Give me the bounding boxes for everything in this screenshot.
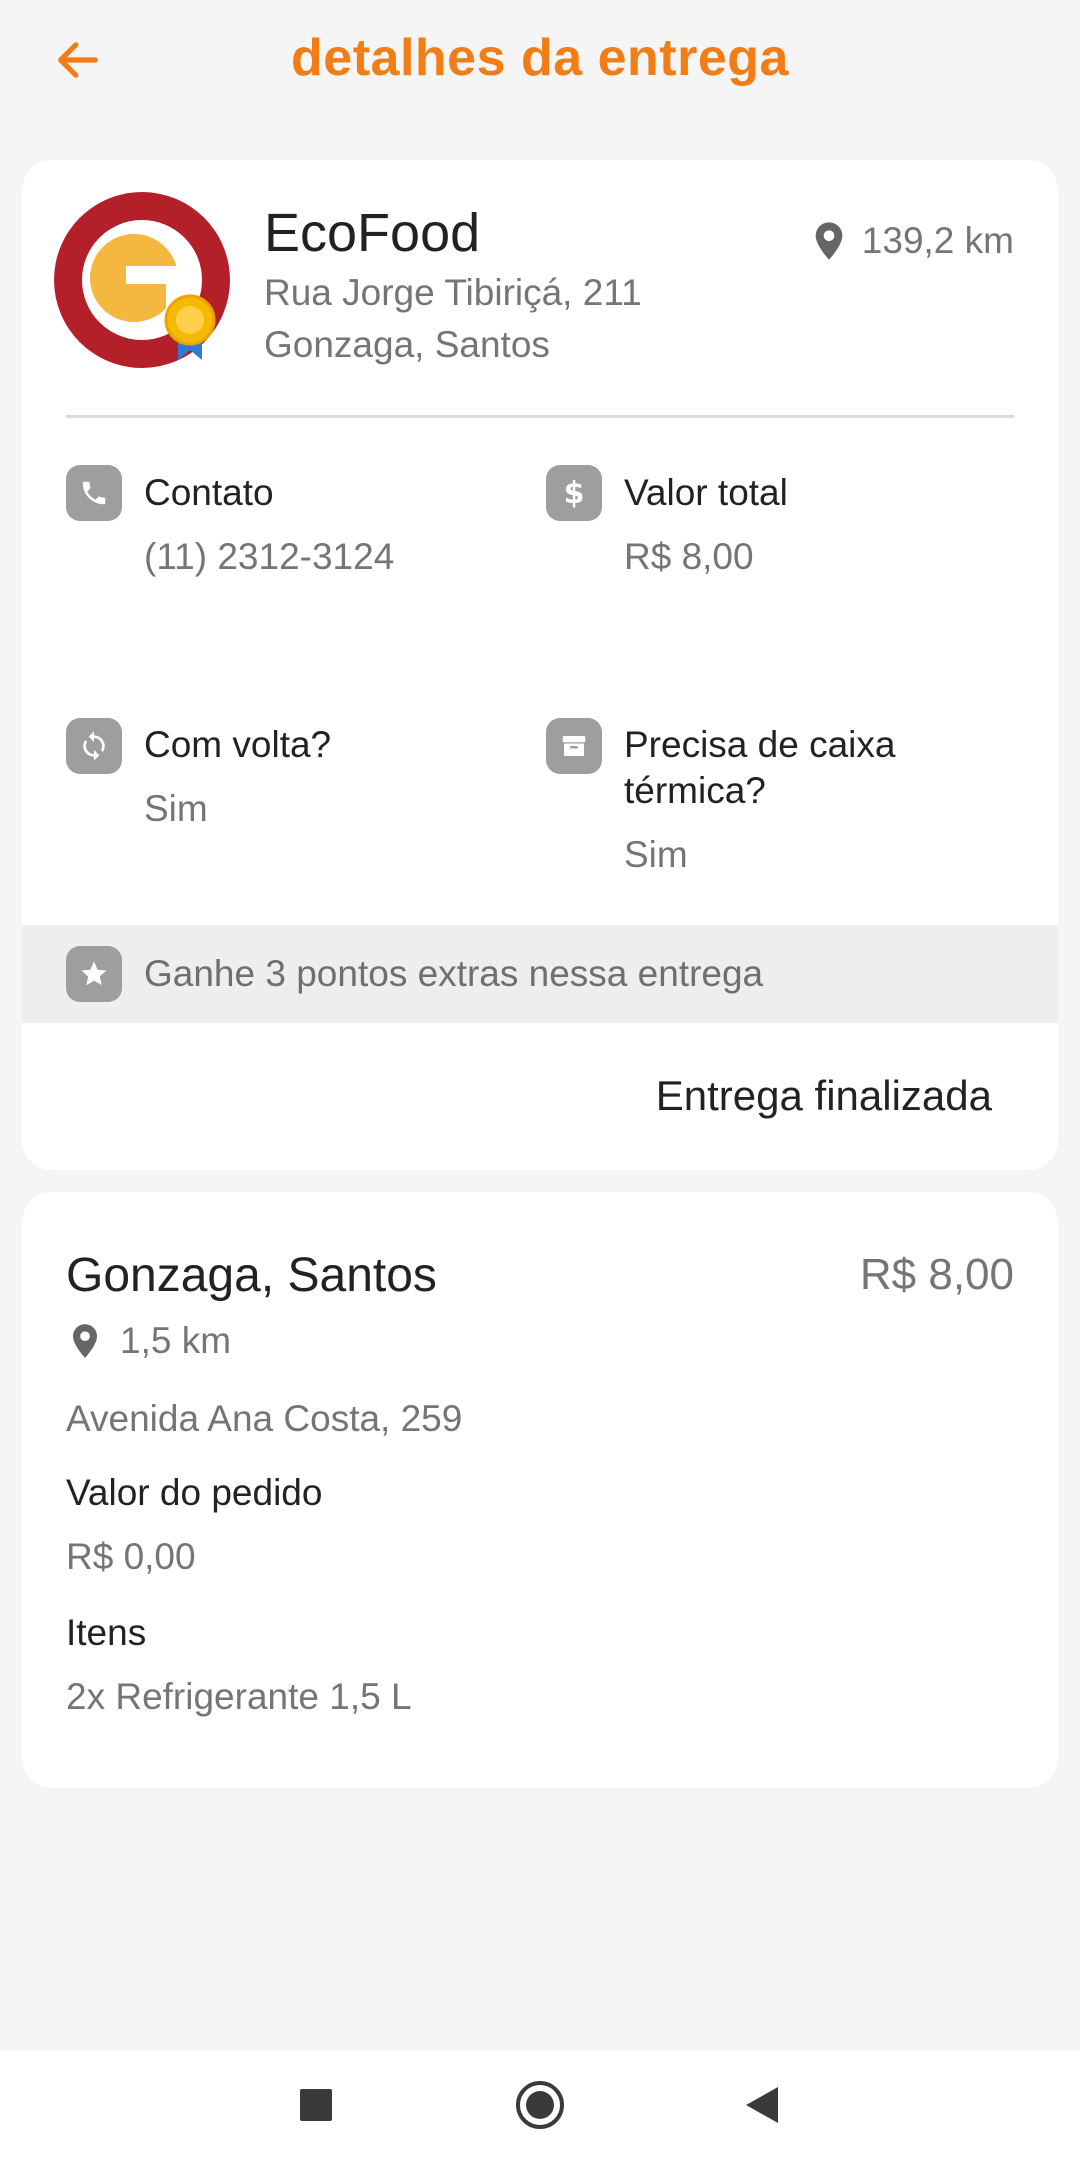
page-title: detalhes da entrega — [291, 29, 789, 87]
store-logo — [54, 192, 230, 368]
triangle-back-icon — [746, 2087, 778, 2123]
recents-button[interactable] — [276, 2070, 356, 2140]
destination-price: R$ 8,00 — [859, 1250, 1014, 1299]
store-card: EcoFood Rua Jorge Tibiriçá, 211 Gonzaga,… — [22, 160, 1058, 1170]
destination-distance-text: 1,5 km — [120, 1320, 232, 1361]
location-pin-icon — [815, 222, 843, 260]
destination-distance: 1,5 km — [70, 1320, 231, 1362]
store-address-line1: Rua Jorge Tibiriçá, 211 — [264, 272, 642, 313]
back-nav-button[interactable] — [722, 2070, 802, 2140]
store-address-line2: Gonzaga, Santos — [264, 324, 550, 365]
order-value: R$ 0,00 — [66, 1536, 196, 1577]
delivery-status: Entrega finalizada — [655, 1072, 992, 1119]
star-icon — [66, 946, 122, 1002]
app-header: detalhes da entrega — [0, 0, 1080, 120]
items-list: 2x Refrigerante 1,5 L — [66, 1676, 412, 1717]
box-icon — [546, 718, 602, 774]
order-value-label: Valor do pedido — [66, 1472, 323, 1513]
return-trip-label: Com volta? — [144, 724, 332, 765]
points-text: Ganhe 3 pontos extras nessa entrega — [144, 953, 764, 994]
sync-icon — [66, 718, 122, 774]
store-distance-text: 139,2 km — [861, 220, 1014, 261]
points-banner: Ganhe 3 pontos extras nessa entrega — [22, 925, 1058, 1023]
destination-address: Avenida Ana Costa, 259 — [66, 1398, 463, 1439]
location-pin-icon — [73, 1324, 97, 1358]
destination-name: Gonzaga, Santos — [66, 1249, 437, 1302]
thermal-box-value: Sim — [624, 834, 688, 875]
home-button[interactable] — [500, 2070, 580, 2140]
circle-home-icon — [516, 2081, 564, 2129]
destination-card[interactable]: Gonzaga, Santos R$ 8,00 1,5 km Avenida A… — [22, 1192, 1058, 1788]
phone-icon — [66, 465, 122, 521]
contact-label: Contato — [144, 472, 274, 513]
thermal-box-label-line1: Precisa de caixa — [624, 724, 896, 765]
divider — [66, 415, 1014, 418]
store-distance: 139,2 km — [812, 220, 1014, 262]
screen: detalhes da entrega EcoFood Rua Jorge Ti… — [0, 0, 1080, 2160]
dollar-icon: $ — [546, 465, 602, 521]
total-value: R$ 8,00 — [624, 536, 754, 577]
square-icon — [300, 2089, 332, 2121]
items-label: Itens — [66, 1612, 147, 1653]
system-nav-bar — [0, 2050, 1080, 2160]
thermal-box-label-line2: térmica? — [624, 770, 766, 811]
total-label: Valor total — [624, 472, 788, 513]
contact-phone[interactable]: (11) 2312-3124 — [144, 536, 394, 578]
return-trip-value: Sim — [144, 788, 208, 829]
store-name: EcoFood — [264, 203, 481, 263]
